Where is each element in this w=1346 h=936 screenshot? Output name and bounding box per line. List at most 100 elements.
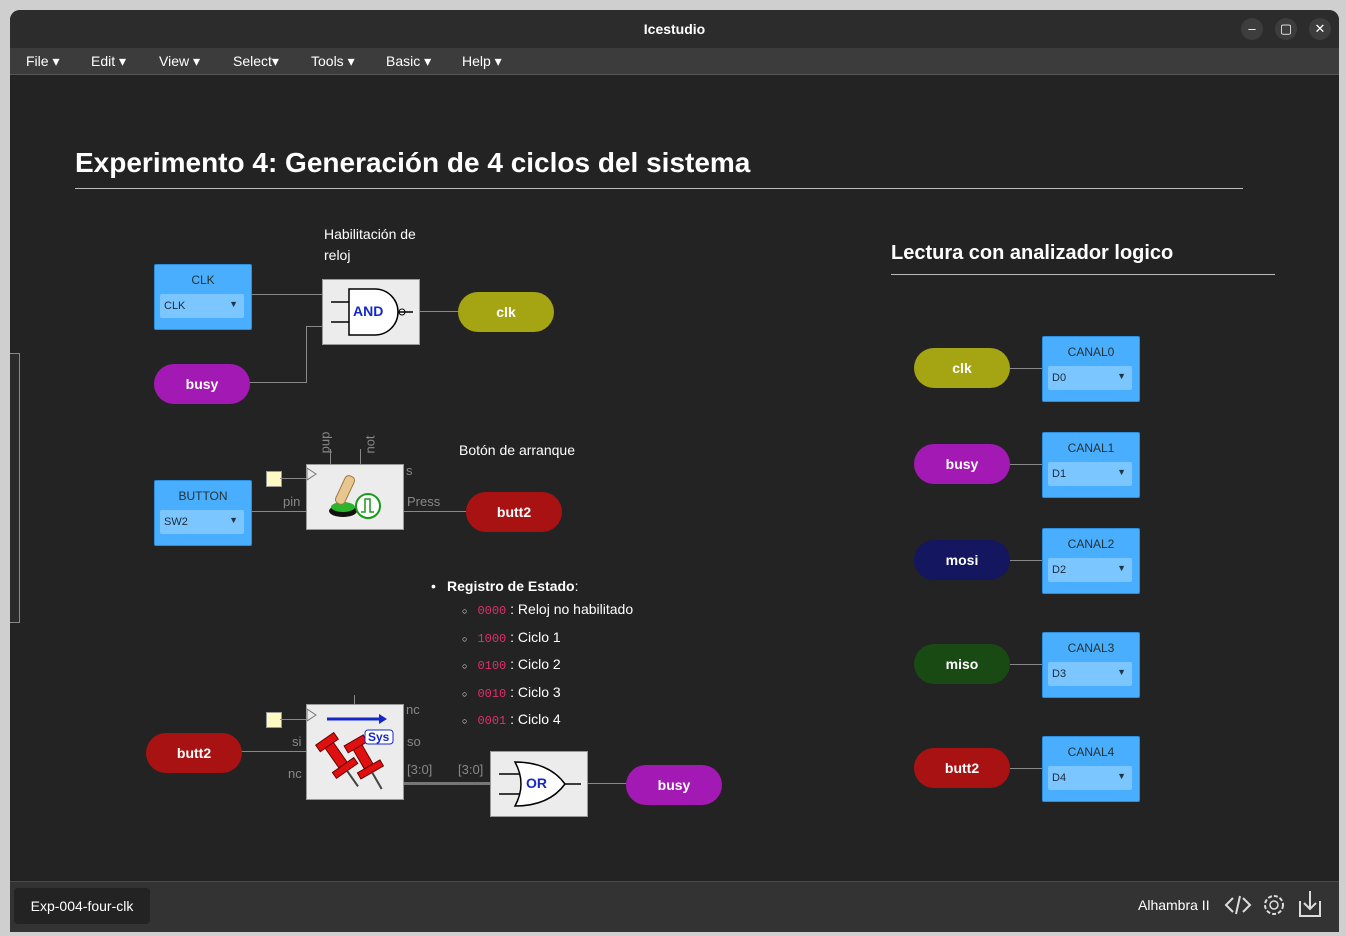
wire — [1010, 560, 1042, 561]
menu-bar: File ▾ Edit ▾ View ▾ Select▾ Tools ▾ Bas… — [10, 48, 1339, 75]
wire — [280, 478, 306, 479]
circle-bullet-icon: ○ — [462, 633, 468, 644]
chevron-down-icon: ▼ — [1117, 467, 1126, 477]
clk-pin-select[interactable]: CLK ▼ — [160, 294, 244, 318]
minimize-icon[interactable]: – — [1241, 18, 1263, 40]
analyzer-output-block[interactable]: CANAL1 D1 ▼ — [1042, 432, 1140, 498]
wire — [360, 449, 361, 464]
analyzer-row-3: miso CANAL3 D3 ▼ — [914, 632, 1140, 698]
and-gate[interactable]: AND — [322, 279, 420, 345]
wire — [354, 695, 355, 704]
menu-select[interactable]: Select▾ — [233, 53, 279, 70]
port-label-bus-out: [3:0] — [407, 762, 433, 777]
port-label-bus-in: [3:0] — [458, 762, 484, 777]
list-item: ○ 0100 : Ciclo 2 — [462, 656, 561, 673]
upload-board-icon[interactable] — [1297, 889, 1323, 919]
design-canvas[interactable]: Experimento 4: Generación de 4 ciclos de… — [10, 75, 1339, 881]
menu-view[interactable]: View ▾ — [159, 53, 200, 70]
analyzer-output-block[interactable]: CANAL2 D2 ▼ — [1042, 528, 1140, 594]
button-pin-select[interactable]: SW2 ▼ — [160, 510, 244, 534]
list-item: ○ 0000 : Reloj no habilitado — [462, 601, 634, 618]
menu-tools[interactable]: Tools ▾ — [311, 53, 355, 70]
clk-input-block[interactable]: CLK CLK ▼ — [154, 264, 252, 330]
wire — [306, 326, 322, 327]
pin-select[interactable]: D3 ▼ — [1048, 662, 1132, 686]
list-item: ○ 1000 : Ciclo 1 — [462, 628, 561, 646]
wire — [249, 382, 306, 383]
project-tab[interactable]: Exp-004-four-clk — [14, 888, 150, 924]
analyzer-row-2: mosi CANAL2 D2 ▼ — [914, 528, 1140, 594]
page-title: Experimento 4: Generación de 4 ciclos de… — [75, 147, 751, 178]
parameter-box[interactable] — [266, 712, 282, 728]
analyzer-tag[interactable]: butt2 — [914, 748, 1010, 788]
port-label-si: si — [292, 734, 302, 749]
analyzer-tag[interactable]: mosi — [914, 540, 1010, 580]
state-register-list: ○ 0000 : Reloj no habilitado ○ 1000 : Cicl… — [430, 597, 690, 735]
list-item: ○ 0001 : Ciclo 4 — [462, 711, 561, 728]
channel-label: CANAL4 — [1067, 745, 1115, 759]
comment-button: Botón de arranque — [459, 442, 575, 458]
analyzer-output-block[interactable]: CANAL3 D3 ▼ — [1042, 632, 1140, 698]
chevron-down-icon: ▼ — [1117, 771, 1126, 781]
butt2-output-tag[interactable]: butt2 — [466, 492, 562, 532]
window-title: Icestudio — [643, 21, 706, 37]
analyzer-tag[interactable]: clk — [914, 348, 1010, 388]
circle-bullet-icon: ○ — [462, 716, 468, 726]
busy-input-tag[interactable]: busy — [154, 364, 250, 404]
status-bar: Exp-004-four-clk Alhambra II — [10, 881, 1339, 932]
wire — [1010, 664, 1042, 665]
analyzer-output-block[interactable]: CANAL4 D4 ▼ — [1042, 736, 1140, 802]
wire — [280, 719, 306, 720]
menu-basic[interactable]: Basic ▾ — [386, 53, 431, 70]
chevron-down-icon: ▼ — [1117, 371, 1126, 381]
close-icon[interactable]: ✕ — [1309, 18, 1331, 40]
butt2-input-tag[interactable]: butt2 — [146, 733, 242, 773]
chevron-down-icon: ▼ — [229, 515, 238, 525]
gear-icon[interactable] — [1260, 891, 1288, 919]
clk-output-tag[interactable]: clk — [458, 292, 554, 332]
menu-help[interactable]: Help ▾ — [462, 53, 502, 70]
port-label-nc-top: nc — [406, 702, 420, 717]
board-name[interactable]: Alhambra II — [1138, 897, 1210, 913]
bus-wire — [402, 782, 490, 785]
maximize-icon[interactable]: ▢ — [1275, 18, 1297, 40]
title-divider — [75, 188, 1243, 189]
analyzer-tag[interactable]: miso — [914, 644, 1010, 684]
wire — [306, 326, 307, 383]
sys-block[interactable]: Sys — [306, 704, 404, 800]
or-gate[interactable]: OR — [490, 751, 588, 817]
pin-select[interactable]: D2 ▼ — [1048, 558, 1132, 582]
button-input-block[interactable]: BUTTON SW2 ▼ — [154, 480, 252, 546]
channel-label: CANAL3 — [1067, 641, 1115, 655]
chevron-down-icon: ▼ — [1117, 667, 1126, 677]
wire — [249, 294, 322, 295]
button-block[interactable] — [306, 464, 404, 530]
pin-select[interactable]: D4 ▼ — [1048, 766, 1132, 790]
wire — [1010, 368, 1042, 369]
sys-pushpin-icon — [306, 708, 394, 790]
section-title: Lectura con analizador logico — [891, 242, 1174, 264]
clk-input-label: CLK — [191, 273, 215, 287]
code-icon[interactable] — [1224, 892, 1252, 918]
sys-badge: Sys — [368, 730, 390, 744]
menu-file[interactable]: File ▾ — [26, 53, 59, 70]
push-button-icon — [306, 467, 381, 519]
side-panel-handle[interactable] — [10, 353, 20, 623]
analyzer-output-block[interactable]: CANAL0 D0 ▼ — [1042, 336, 1140, 402]
port-label-nc-left: nc — [288, 766, 302, 781]
analyzer-row-4: butt2 CANAL4 D4 ▼ — [914, 736, 1140, 802]
menu-edit[interactable]: Edit ▾ — [91, 53, 126, 70]
wire — [241, 751, 306, 752]
state-register-note: • Registro de Estado: ○ 0000 : Reloj no h… — [430, 576, 690, 735]
circle-bullet-icon: ○ — [462, 606, 468, 616]
parameter-box[interactable] — [266, 471, 282, 487]
circle-bullet-icon: ○ — [462, 688, 468, 699]
app-window: Icestudio – ▢ ✕ File ▾ Edit ▾ View ▾ Sel… — [10, 10, 1339, 932]
pin-select[interactable]: D1 ▼ — [1048, 462, 1132, 486]
channel-label: CANAL0 — [1067, 345, 1115, 359]
comment-clock: Habilitación de reloj — [324, 226, 416, 263]
busy-output-tag[interactable]: busy — [626, 765, 722, 805]
analyzer-tag[interactable]: busy — [914, 444, 1010, 484]
pin-select[interactable]: D0 ▼ — [1048, 366, 1132, 390]
wire — [1010, 464, 1042, 465]
